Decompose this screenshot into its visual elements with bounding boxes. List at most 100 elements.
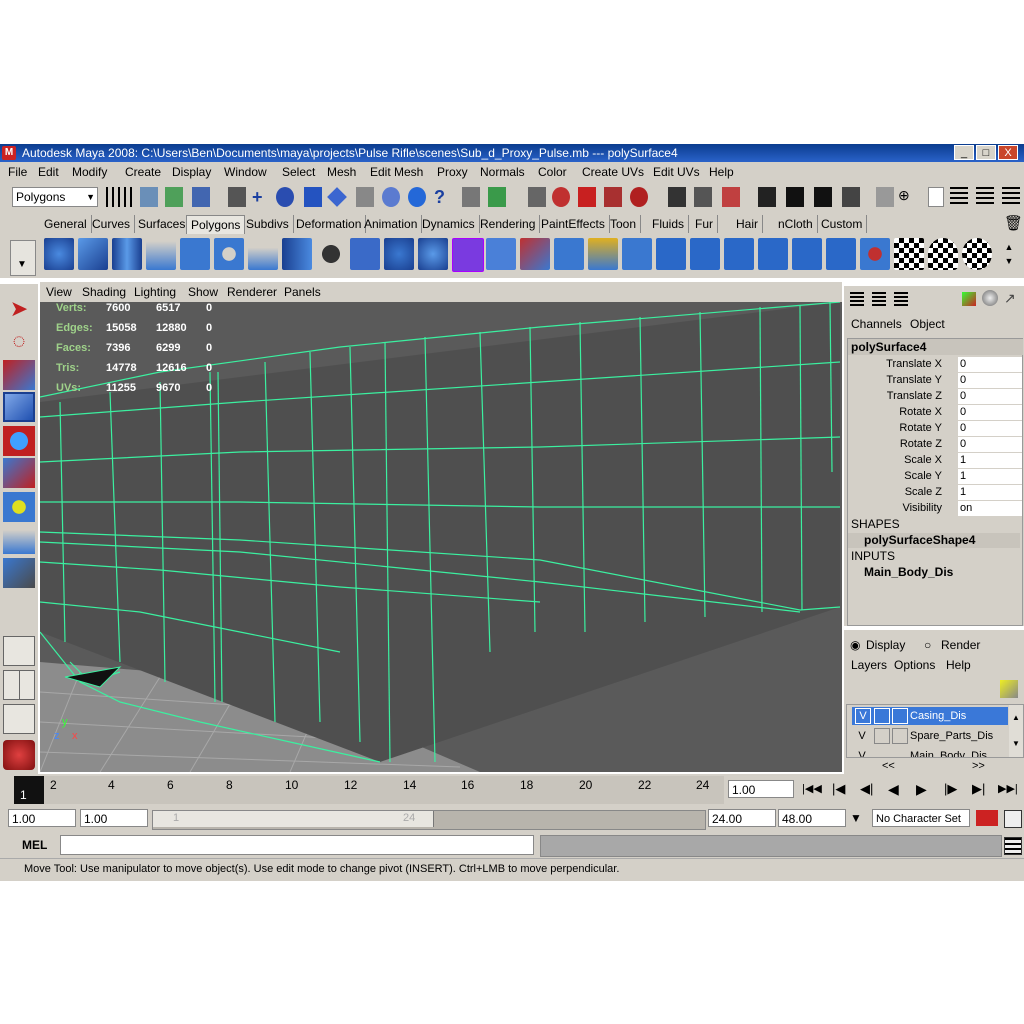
smooth-proxy-icon[interactable] [452,238,484,272]
shelf-tab-custom[interactable]: Custom [817,215,868,233]
paint-select-tool-icon[interactable] [3,360,35,390]
shape-name[interactable]: polySurfaceShape4 [848,533,1020,548]
layer-visibility-toggle[interactable]: V [855,747,869,757]
trash-icon[interactable]: 🗑 [1004,214,1023,232]
menu-edit-uvs[interactable]: Edit UVs [653,165,700,179]
single-perspective-layout-icon[interactable] [3,636,35,666]
tool-icon[interactable]: ↗ [1004,290,1020,306]
select-tool-icon[interactable]: ➤ [3,294,35,324]
command-input[interactable] [60,835,534,855]
object-menu[interactable]: Object [910,317,945,331]
poly-cylinder-icon[interactable] [112,238,142,270]
menu-select[interactable]: Select [282,165,315,179]
history-icon[interactable] [408,187,426,207]
snap-grid-icon[interactable] [276,187,294,207]
step-forward-frame-icon[interactable]: ▶| [972,781,985,797]
perspective-viewport[interactable]: Verts: 7600 6517 0 Edges: 15058 12880 0 … [40,302,842,772]
layer-name[interactable]: Main_Body_Dis [910,747,987,757]
render-current-icon[interactable] [786,187,804,207]
bevel-icon[interactable] [758,238,788,270]
chevron-down-icon[interactable]: ▼ [850,811,862,825]
poly-sphere-icon[interactable] [44,238,74,270]
menu-color[interactable]: Color [538,165,567,179]
shelf-tab-general[interactable]: General [40,215,92,233]
play-forwards-icon[interactable]: ▶ [916,781,927,798]
shelf-tab-toon[interactable]: Toon [606,215,642,233]
attr-value[interactable]: 0 [958,389,1022,404]
layers-help-menu[interactable]: Help [946,658,971,672]
snap-curve-icon[interactable] [304,187,322,207]
construction-history-icon[interactable] [528,187,546,207]
snap-surface-icon[interactable] [382,187,400,207]
shelf-tab-polygons[interactable]: Polygons [186,215,246,234]
playback-start-field[interactable]: 1.00 [80,809,148,827]
menu-edit[interactable]: Edit [38,165,59,179]
combine-icon[interactable] [316,238,346,270]
attr-scale-z[interactable]: Scale Z 1 [848,485,1022,500]
layer-type-toggle[interactable] [874,728,890,744]
separator-handles-icon[interactable] [106,187,132,207]
menu-display[interactable]: Display [172,165,211,179]
make-live-icon[interactable] [578,187,596,207]
shelf-tab-hair[interactable]: Hair [732,215,764,233]
shelf-tab-fluids[interactable]: Fluids [648,215,690,233]
new-layer-icon[interactable] [1000,680,1018,698]
layer-visibility-toggle[interactable]: V [855,727,869,745]
panel-menu-shading[interactable]: Shading [82,285,126,299]
channel-layer-icon[interactable] [894,292,908,306]
split-polygon-icon[interactable] [656,238,686,270]
extrude-icon[interactable] [554,238,584,270]
attr-rotate-x[interactable]: Rotate X 0 [848,405,1022,420]
layer-color-swatch[interactable] [892,728,908,744]
attr-scale-x[interactable]: Scale X 1 [848,453,1022,468]
current-frame-marker[interactable]: 1 [14,776,44,804]
layer-color-swatch[interactable] [892,708,908,724]
shelf-tab-painteffects[interactable]: PaintEffects [537,215,610,233]
go-to-start-icon[interactable]: |◀◀ [802,782,822,795]
mirror-geometry-icon[interactable] [486,238,516,270]
sculpt-icon[interactable] [860,238,890,270]
persp-outliner-layout-icon[interactable] [3,704,35,734]
attr-translate-x[interactable]: Translate X 0 [848,357,1022,372]
play-backwards-icon[interactable]: ◀ [888,781,899,798]
close-button[interactable]: X [998,145,1018,160]
poly-torus-icon[interactable] [214,238,244,270]
step-forward-key-icon[interactable]: |▶ [944,781,957,797]
time-slider-track[interactable]: 1 2 4 6 8 10 12 14 16 18 20 22 24 [14,776,724,804]
attr-value[interactable]: 1 [958,469,1022,484]
render-settings-icon[interactable] [842,187,860,207]
universal-manip-icon[interactable] [3,492,35,522]
script-editor-icon[interactable] [1004,837,1022,855]
shelf-menu-button[interactable]: ▼ [10,240,36,276]
menu-file[interactable]: File [8,165,27,179]
menu-edit-mesh[interactable]: Edit Mesh [370,165,423,179]
magnet-icon[interactable] [552,187,570,207]
input-line-icon[interactable] [668,187,686,207]
attr-value[interactable]: 1 [958,453,1022,468]
append-polygon-icon[interactable] [622,238,652,270]
shelf-tab-rendering[interactable]: Rendering [476,215,541,233]
output-icon[interactable] [694,187,712,207]
layers-options-menu[interactable]: Options [894,658,935,672]
layer-editor-only-icon[interactable] [872,292,886,306]
scale-tool-icon[interactable] [3,458,35,488]
attr-value[interactable]: 0 [958,405,1022,420]
add-icon[interactable]: + [252,187,270,207]
end-time-field[interactable]: 48.00 [778,809,846,827]
panel-menu-renderer[interactable]: Renderer [227,285,277,299]
offset-edge-loop-icon[interactable] [724,238,754,270]
input-ops-icon[interactable] [488,187,506,207]
attr-visibility[interactable]: Visibility on [848,501,1022,516]
time-slider[interactable]: 1 2 4 6 8 10 12 14 16 18 20 22 24 1.00 |… [0,774,1024,806]
selection-field-icon[interactable] [876,187,894,207]
attr-value[interactable]: on [958,501,1022,516]
playback-end-field[interactable]: 24.00 [708,809,776,827]
menu-mesh[interactable]: Mesh [327,165,356,179]
layer-nav-right[interactable]: >> [972,760,985,772]
layer-row[interactable]: V Casing_Dis [852,707,1008,725]
layer-row[interactable]: V Main_Body_Dis [852,747,1008,757]
reduce-icon[interactable] [520,238,550,270]
menu-window[interactable]: Window [224,165,267,179]
mel-label[interactable]: MEL [22,838,47,852]
attr-value[interactable]: 0 [958,437,1022,452]
